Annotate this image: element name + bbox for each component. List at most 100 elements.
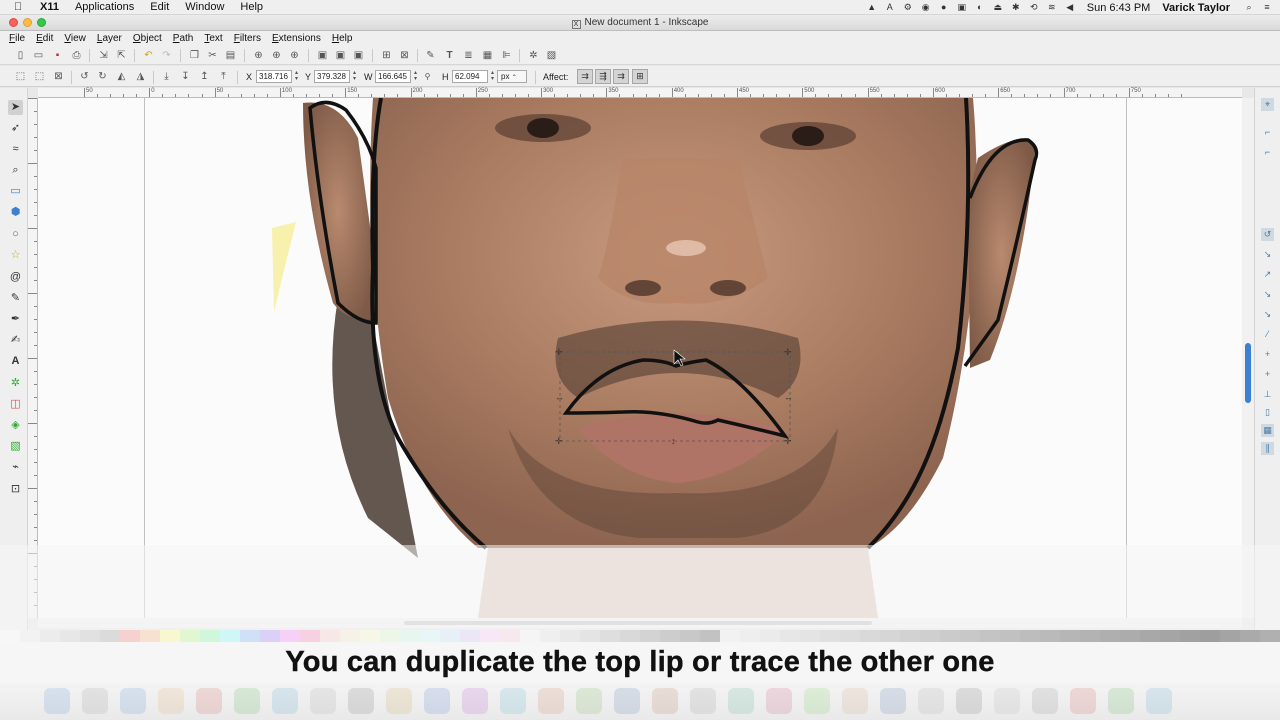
dock-app-icon[interactable] [272,688,298,714]
apple-icon[interactable]:  [14,1,28,13]
text-font-icon[interactable]: T [443,49,456,62]
zoom-page-icon[interactable]: ⊕ [288,49,301,62]
palette-swatch[interactable] [520,630,540,642]
layers-icon[interactable]: ≣ [462,49,475,62]
handle-sw[interactable]: ✛ [555,436,563,446]
palette-swatch[interactable] [440,630,460,642]
preferences-icon[interactable]: ✲ [527,49,540,62]
menu-filters[interactable]: Filters [234,33,261,44]
palette-swatch[interactable] [1140,630,1160,642]
palette-swatch[interactable] [540,630,560,642]
palette-swatch[interactable] [120,630,140,642]
w-field[interactable]: 166.645 [375,70,411,83]
dock-app-icon[interactable] [804,688,830,714]
import-icon[interactable]: ⇲ [97,49,110,62]
palette-swatch[interactable] [60,630,80,642]
palette-swatch[interactable] [420,630,440,642]
palette-swatch[interactable] [740,630,760,642]
save-icon[interactable]: ▪ [51,49,64,62]
palette-swatch[interactable] [1040,630,1060,642]
deselect-icon[interactable]: ⊠ [52,70,65,83]
palette-swatch[interactable] [1260,630,1280,642]
palette-swatch[interactable] [600,630,620,642]
h-field[interactable]: 62.094 [452,70,488,83]
node-tool-icon[interactable]: ➶ [8,121,23,136]
undo-icon[interactable]: ↶ [142,49,155,62]
menu-extensions[interactable]: Extensions [272,33,321,44]
eject-icon[interactable]: ⏏ [993,3,1003,12]
paint-bucket-tool-icon[interactable]: ◈ [8,418,23,433]
handle-se[interactable]: ✛ [784,436,792,446]
dock-app-icon[interactable] [614,688,640,714]
open-icon[interactable]: ▭ [32,49,45,62]
menu-window[interactable]: Window [185,1,224,13]
snap-smooth-icon[interactable]: ↘ [1261,308,1274,321]
bluetooth-icon[interactable]: ✱ [1011,3,1021,12]
palette-swatch[interactable] [860,630,880,642]
menu-view[interactable]: View [64,33,86,44]
palette-swatch[interactable] [640,630,660,642]
document-properties-icon[interactable]: ▧ [545,49,558,62]
palette-swatch[interactable] [700,630,720,642]
flip-horizontal-icon[interactable]: ◭ [115,70,128,83]
handle-nw[interactable]: ✛ [555,347,563,357]
affect-stroke-toggle[interactable]: ⇉ [577,69,593,84]
snap-paths-icon[interactable]: ↘ [1261,248,1274,261]
snap-page-icon[interactable]: ▯ [1261,406,1274,419]
dock-app-icon[interactable] [82,688,108,714]
palette-swatch[interactable] [1240,630,1260,642]
menu-text[interactable]: Text [204,33,222,44]
record-icon[interactable]: ● [939,3,949,12]
palette-swatch[interactable] [620,630,640,642]
dock-app-icon[interactable] [1070,688,1096,714]
menu-layer[interactable]: Layer [97,33,122,44]
dock-app-icon[interactable] [158,688,184,714]
select-all-layers-icon[interactable]: ⬚ [33,70,46,83]
palette-swatch[interactable] [980,630,1000,642]
volume-icon[interactable]: ◀ [1065,3,1075,12]
dock-app-icon[interactable] [652,688,678,714]
palette-swatch[interactable] [1220,630,1240,642]
wifi-icon[interactable]: ≋ [1047,3,1057,12]
zoom-selection-icon[interactable]: ⊕ [252,49,265,62]
palette-swatch[interactable] [380,630,400,642]
snap-midpoints-icon[interactable]: ⁄ [1261,328,1274,341]
spray-tool-icon[interactable]: ✲ [8,376,23,391]
palette-swatch[interactable] [280,630,300,642]
ungroup-icon[interactable]: ⊠ [398,49,411,62]
dock-app-icon[interactable] [1146,688,1172,714]
cut-icon[interactable]: ✂ [206,49,219,62]
group-icon[interactable]: ⊞ [380,49,393,62]
palette-swatch[interactable] [820,630,840,642]
dock-app-icon[interactable] [348,688,374,714]
tweak-tool-icon[interactable]: ≈ [8,142,23,157]
palette-swatch[interactable] [920,630,940,642]
unlink-clone-icon[interactable]: ▣ [352,49,365,62]
dock-app-icon[interactable] [766,688,792,714]
x-spinner[interactable]: ▴ ▾ [293,70,300,83]
align-icon[interactable]: ⊫ [500,49,513,62]
palette-swatch[interactable] [680,630,700,642]
color-palette[interactable] [0,630,1280,642]
menu-help[interactable]: Help [240,1,263,13]
palette-swatch[interactable] [940,630,960,642]
lower-icon[interactable]: ↧ [179,70,192,83]
status-icon-1[interactable]: ▲ [867,3,877,12]
palette-swatch[interactable] [80,630,100,642]
selector-tool-icon[interactable]: ➤ [8,100,23,115]
palette-swatch[interactable] [900,630,920,642]
drawing-canvas[interactable]: ✛ ✛ ↔ ↔ ✛ ✛ ↕ [38,98,1242,618]
redo-icon[interactable]: ↷ [160,49,173,62]
raise-top-icon[interactable]: ⤒ [217,70,230,83]
palette-swatch[interactable] [1100,630,1120,642]
status-icon-7[interactable]: ◐ [975,3,985,12]
pencil-tool-icon[interactable]: ✎ [8,291,23,306]
clock[interactable]: Sun 6:43 PM [1087,2,1151,14]
palette-swatch[interactable] [40,630,60,642]
3d-box-tool-icon[interactable]: ⬢ [8,205,23,220]
duplicate-icon[interactable]: ▣ [316,49,329,62]
star-tool-icon[interactable]: ☆ [8,248,23,263]
menu-edit-inkscape[interactable]: Edit [36,33,53,44]
text-tool-icon[interactable]: A [8,354,23,369]
palette-swatch[interactable] [1160,630,1180,642]
